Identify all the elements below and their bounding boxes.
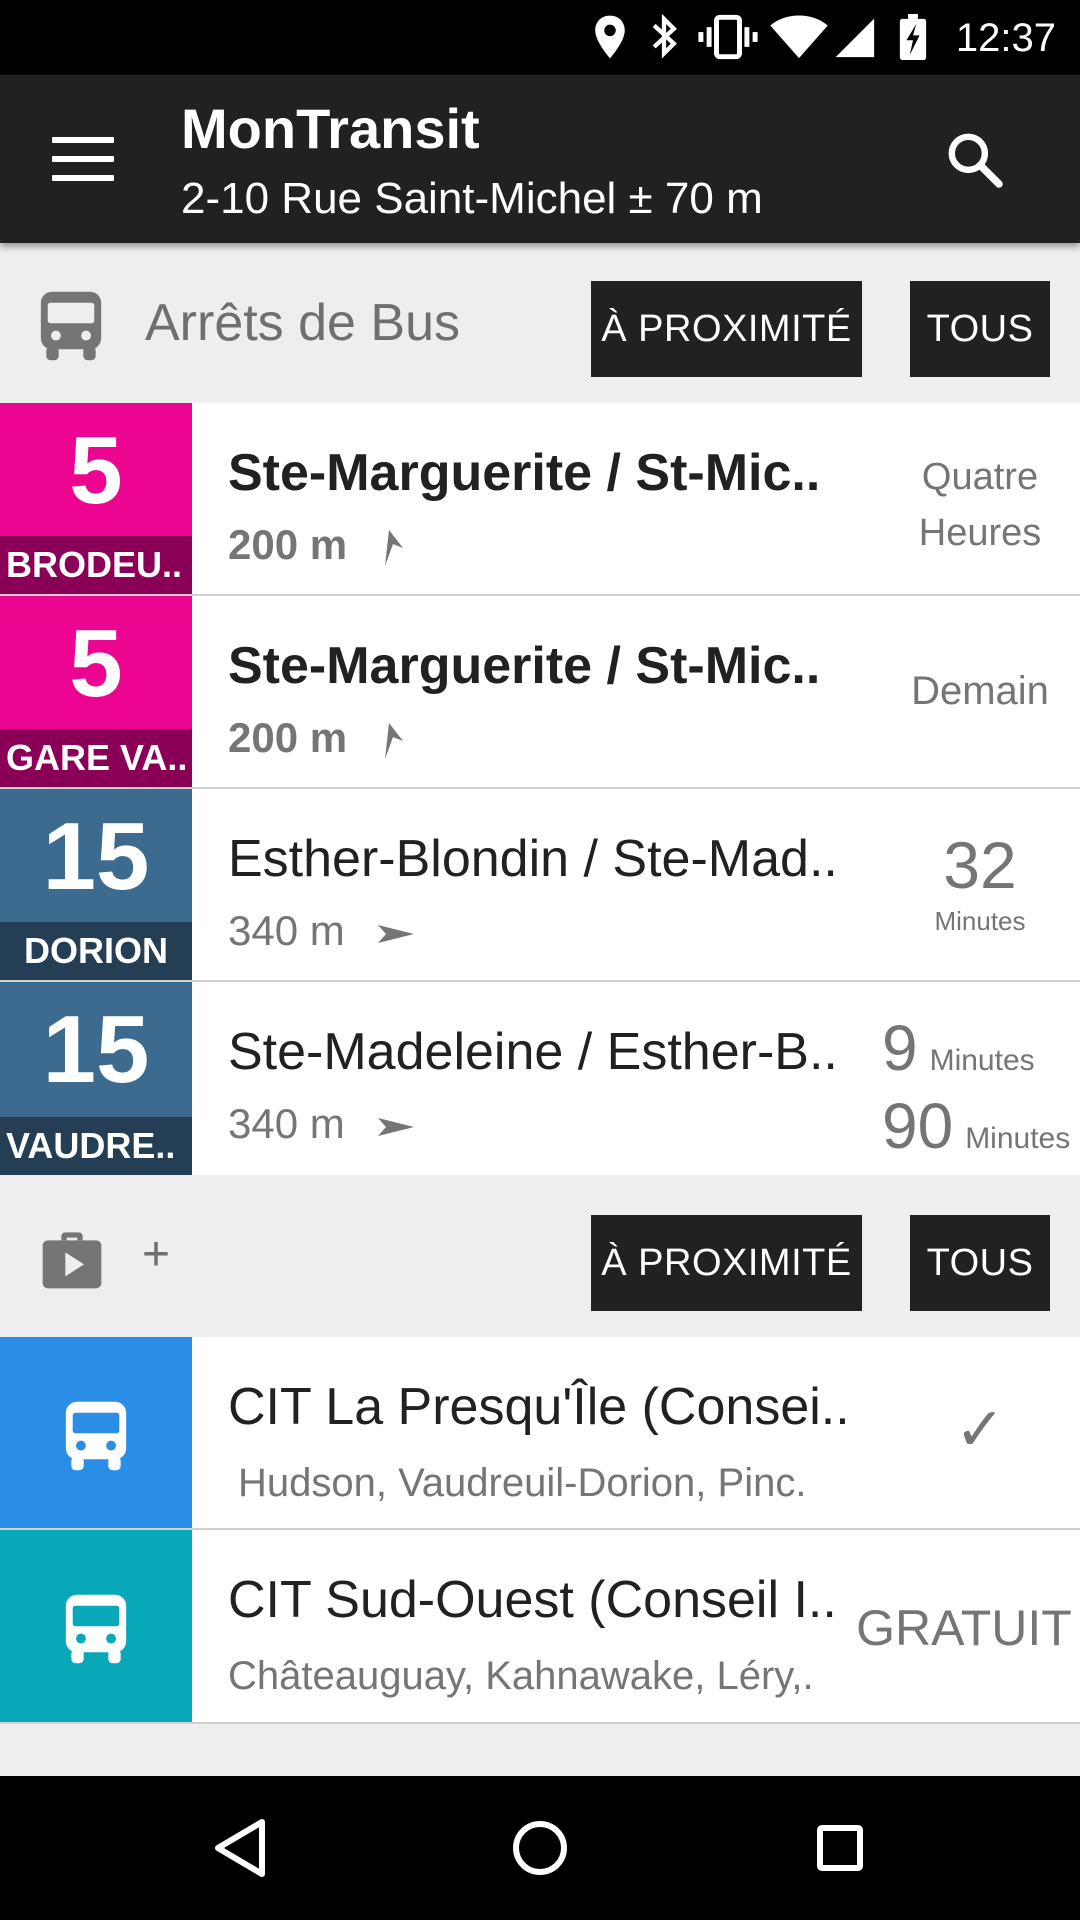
departure-time-1: 9 Minutes bbox=[882, 1012, 1035, 1084]
stop-distance: 340 m bbox=[228, 907, 416, 955]
agency-areas: Châteauguay, Kahnawake, Léry,. bbox=[228, 1654, 814, 1698]
all-button[interactable]: TOUS bbox=[910, 1215, 1050, 1311]
agency-row[interactable]: CIT La Presqu'Île (Consei.. Hudson, Vaud… bbox=[0, 1337, 1080, 1530]
route-number: 15 bbox=[42, 803, 150, 910]
direction-arrow-icon bbox=[384, 722, 403, 759]
departure-time-2: 90 Minutes bbox=[882, 1090, 1071, 1162]
app-title: MonTransit bbox=[181, 97, 480, 160]
search-icon[interactable] bbox=[943, 128, 1007, 192]
agency-tile bbox=[0, 1530, 192, 1722]
route-headsign: GARE VA.. bbox=[0, 729, 192, 787]
navigation-bar bbox=[0, 1776, 1080, 1920]
signal-icon bbox=[835, 18, 875, 58]
app-toolbar: MonTransit 2-10 Rue Saint-Michel ± 70 m bbox=[0, 75, 1080, 243]
agency-name: CIT Sud-Ouest (Conseil I.. bbox=[228, 1571, 837, 1629]
stop-name: Ste-Marguerite / St-Mic.. bbox=[228, 637, 821, 695]
bus-stop-row[interactable]: 5 BRODEU.. Ste-Marguerite / St-Mic.. 200… bbox=[0, 403, 1080, 596]
direction-arrow-icon bbox=[378, 924, 415, 943]
stop-name: Ste-Marguerite / St-Mic.. bbox=[228, 444, 821, 502]
nearby-button[interactable]: À PROXIMITÉ bbox=[591, 1215, 862, 1311]
location-subtitle: 2-10 Rue Saint-Michel ± 70 m bbox=[181, 174, 763, 223]
agency-row[interactable]: CIT Sud-Ouest (Conseil I.. Châteauguay, … bbox=[0, 1530, 1080, 1724]
agency-name: CIT La Presqu'Île (Consei.. bbox=[228, 1378, 850, 1436]
battery-icon bbox=[899, 14, 927, 60]
all-button[interactable]: TOUS bbox=[910, 281, 1050, 377]
bus-icon bbox=[40, 291, 102, 361]
stop-distance: 200 m bbox=[228, 714, 405, 762]
departure-status: Quatre Heures bbox=[918, 456, 1042, 554]
add-agency-plus[interactable]: + bbox=[142, 1225, 170, 1285]
list-bottom-space bbox=[0, 1724, 1080, 1776]
route-tile: 5 BRODEU.. bbox=[0, 403, 192, 594]
wifi-icon bbox=[770, 15, 828, 59]
bluetooth-icon bbox=[652, 14, 677, 59]
nearby-button[interactable]: À PROXIMITÉ bbox=[591, 281, 862, 377]
bus-icon bbox=[65, 1594, 127, 1664]
checkmark-icon: ✓ bbox=[954, 1396, 1006, 1463]
store-bag-icon bbox=[42, 1232, 102, 1289]
route-headsign: DORION bbox=[0, 922, 192, 980]
menu-button[interactable] bbox=[52, 137, 114, 181]
route-number: 15 bbox=[42, 996, 150, 1103]
stop-name: Esther-Blondin / Ste-Mad.. bbox=[228, 830, 838, 888]
agency-tile bbox=[0, 1337, 192, 1528]
route-headsign: BRODEU.. bbox=[0, 536, 192, 594]
bus-stop-row[interactable]: 15 VAUDRE.. Ste-Madeleine / Esther-B.. 3… bbox=[0, 982, 1080, 1175]
status-time: 12:37 bbox=[955, 16, 1056, 60]
bus-stops-header: Arrêts de Bus À PROXIMITÉ TOUS bbox=[0, 243, 1080, 403]
departure-status: Demain bbox=[911, 669, 1049, 713]
bus-icon bbox=[65, 1401, 127, 1471]
stop-distance: 200 m bbox=[228, 521, 405, 569]
stop-name: Ste-Madeleine / Esther-B.. bbox=[228, 1023, 838, 1081]
fare-status: GRATUIT bbox=[856, 1600, 1072, 1656]
route-number: 5 bbox=[69, 417, 123, 524]
menu-icon bbox=[52, 137, 114, 143]
stop-distance: 340 m bbox=[228, 1100, 416, 1148]
status-bar: 12:37 bbox=[0, 0, 1080, 75]
direction-arrow-icon bbox=[378, 1117, 415, 1136]
route-tile: 15 DORION bbox=[0, 789, 192, 980]
departure-minutes: 32 bbox=[943, 828, 1017, 902]
route-tile: 15 VAUDRE.. bbox=[0, 982, 192, 1175]
recents-icon[interactable] bbox=[760, 1776, 920, 1920]
location-icon bbox=[595, 15, 625, 59]
departure-unit: Minutes bbox=[934, 906, 1026, 936]
section-title: Arrêts de Bus bbox=[145, 294, 461, 352]
agency-areas: Hudson, Vaudreuil-Dorion, Pinc. bbox=[238, 1461, 807, 1505]
vibrate-icon bbox=[698, 14, 758, 60]
agencies-header: + À PROXIMITÉ TOUS bbox=[0, 1175, 1080, 1337]
bus-stop-row[interactable]: 5 GARE VA.. Ste-Marguerite / St-Mic.. 20… bbox=[0, 596, 1080, 789]
route-number: 5 bbox=[69, 610, 123, 717]
back-icon[interactable] bbox=[160, 1776, 320, 1920]
direction-arrow-icon bbox=[384, 529, 403, 566]
route-tile: 5 GARE VA.. bbox=[0, 596, 192, 787]
bus-stop-row[interactable]: 15 DORION Esther-Blondin / Ste-Mad.. 340… bbox=[0, 789, 1080, 982]
route-headsign: VAUDRE.. bbox=[0, 1117, 192, 1175]
home-icon[interactable] bbox=[460, 1776, 620, 1920]
